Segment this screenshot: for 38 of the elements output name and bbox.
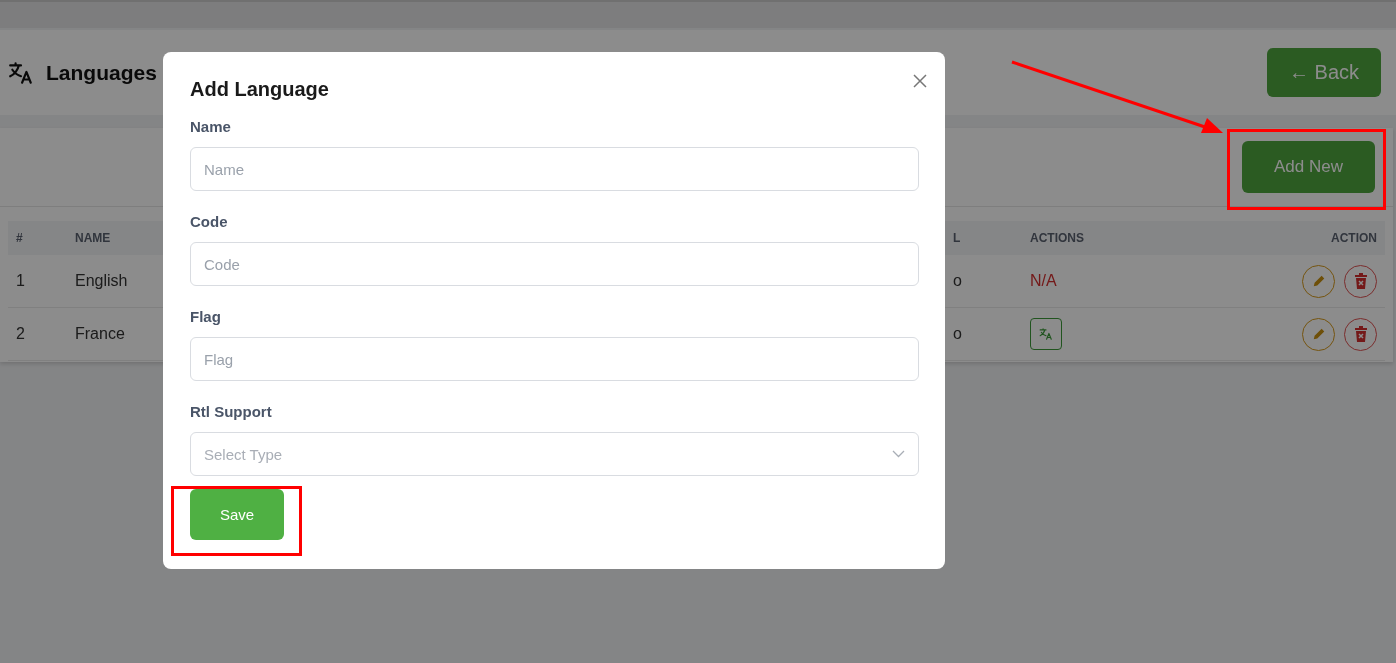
select-field[interactable]: Select Type — [190, 432, 919, 476]
pencil-icon — [1311, 274, 1326, 288]
table-cell: 1 — [16, 272, 25, 290]
column-header: ACTION — [1331, 231, 1377, 245]
input-field[interactable]: Flag — [190, 337, 919, 381]
translate-button[interactable] — [1030, 318, 1062, 350]
column-header: L — [953, 231, 961, 245]
field-label: Code — [190, 213, 229, 230]
close-icon — [913, 74, 927, 88]
modal-title: Add Language — [190, 78, 329, 101]
edit-button[interactable] — [1302, 264, 1335, 298]
delete-button[interactable] — [1344, 317, 1377, 351]
column-header: ACTIONS — [1030, 231, 1084, 245]
add-new-button[interactable]: Add New — [1242, 141, 1375, 193]
translate-icon — [1039, 327, 1053, 341]
chevron-down-icon — [892, 450, 905, 458]
edit-button[interactable] — [1302, 317, 1335, 351]
table-cell: 2 — [16, 325, 25, 343]
field-label: Flag — [190, 308, 222, 325]
save-button[interactable]: Save — [190, 489, 284, 540]
table-cell: o — [953, 272, 962, 290]
not-available-text: N/A — [1030, 272, 1057, 290]
table-cell: o — [953, 325, 962, 343]
page-title: Languages — [46, 60, 157, 85]
pencil-icon — [1311, 327, 1326, 341]
input-field[interactable]: Name — [190, 147, 919, 191]
column-header: # — [16, 231, 23, 245]
field-label: Name — [190, 118, 232, 135]
trash-icon — [1353, 326, 1368, 342]
column-header: NAME — [75, 231, 111, 245]
table-cell: English — [75, 272, 128, 290]
translate-icon — [8, 59, 34, 86]
delete-button[interactable] — [1344, 264, 1377, 298]
input-field[interactable]: Code — [190, 242, 919, 286]
field-label: Rtl Support — [190, 403, 273, 420]
table-cell: France — [75, 325, 125, 343]
back-button[interactable]: ← Back — [1267, 48, 1381, 97]
trash-icon — [1353, 273, 1368, 289]
